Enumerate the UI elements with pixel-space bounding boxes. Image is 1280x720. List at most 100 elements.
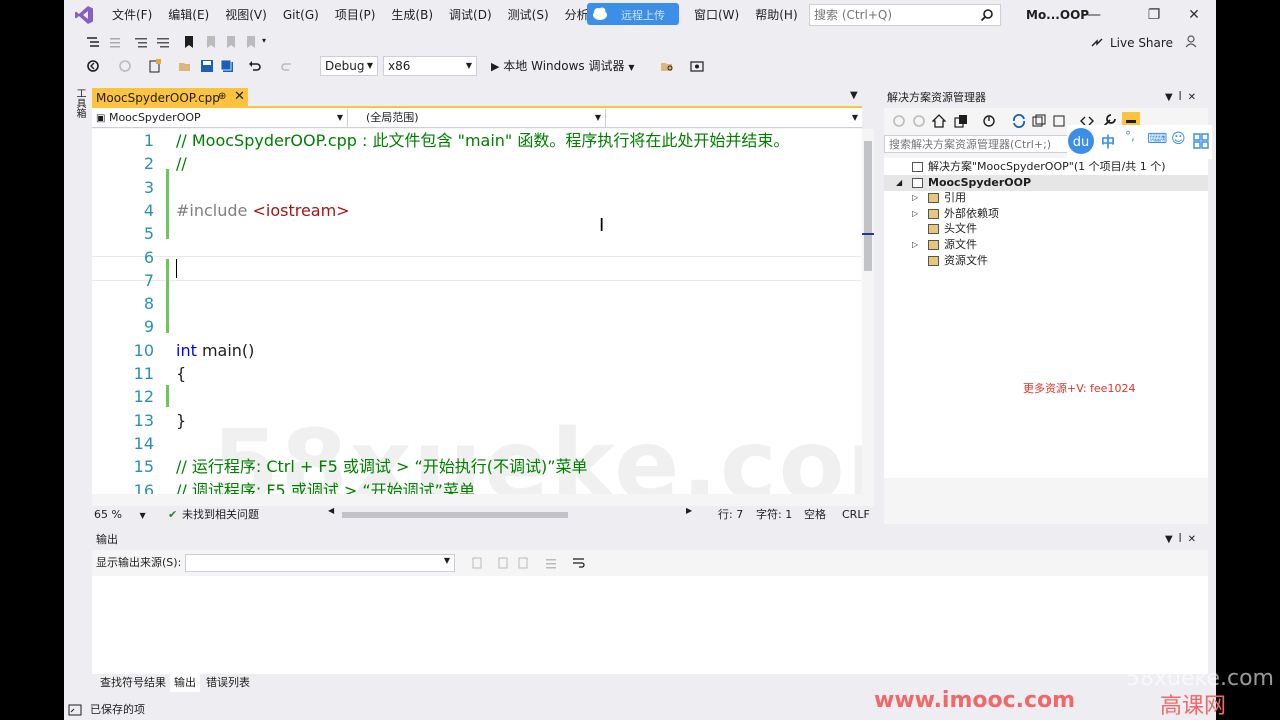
minimize-button[interactable]: —: [1074, 0, 1114, 30]
collapse-all-icon[interactable]: [1032, 114, 1046, 128]
issues-status[interactable]: 未找到相关问题: [182, 506, 259, 524]
scroll-left-icon[interactable]: ◀: [328, 506, 334, 515]
scrollbar-thumb[interactable]: [864, 141, 872, 271]
zoom-dropdown[interactable]: 65 % ▼: [94, 506, 146, 525]
whitespace-indicator[interactable]: 空格: [804, 506, 826, 524]
menu-item[interactable]: 窗口(W): [686, 0, 747, 30]
menu-item[interactable]: 编辑(E): [160, 0, 217, 30]
open-file-icon[interactable]: [178, 59, 192, 73]
tree-item[interactable]: 解决方案"MoocSpyderOOP"(1 个项目/共 1 个): [884, 159, 1208, 175]
comment-out-icon[interactable]: [134, 35, 148, 49]
save-icon[interactable]: [200, 59, 214, 73]
navigate-back-icon[interactable]: [86, 59, 100, 73]
menu-item[interactable]: 视图(V): [217, 0, 275, 30]
menu-item[interactable]: Git(G): [275, 0, 327, 30]
baidu-logo-icon[interactable]: du: [1067, 127, 1095, 155]
toolbox-tab[interactable]: 工具箱: [72, 88, 87, 118]
punctuation-icon[interactable]: °,: [1125, 129, 1135, 143]
outline-icon[interactable]: [86, 35, 100, 49]
start-debugging-button[interactable]: ▶ 本地 Windows 调试器 ▼: [491, 57, 634, 75]
home-icon[interactable]: [932, 114, 946, 128]
tree-item[interactable]: 头文件: [884, 221, 1208, 237]
switch-views-icon[interactable]: [954, 114, 968, 128]
pin-icon[interactable]: ꟾ: [1179, 534, 1188, 545]
save-all-icon[interactable]: [220, 59, 234, 73]
code-text-area[interactable]: 58xueke.com 1// MoocSpyderOOP.cpp : 此文件包…: [92, 129, 862, 494]
new-project-icon[interactable]: [148, 59, 162, 73]
list-members-icon[interactable]: [108, 35, 122, 49]
pin-tab-icon[interactable]: ⊕: [218, 91, 226, 102]
close-window-button[interactable]: ✕: [1174, 0, 1214, 30]
sync-icon[interactable]: [1012, 114, 1026, 128]
find-message-icon[interactable]: [516, 556, 530, 570]
next-bookmark-icon[interactable]: [224, 35, 238, 49]
close-icon[interactable]: ✕: [1188, 92, 1202, 103]
tab-overflow-icon[interactable]: ▼: [850, 90, 858, 101]
live-share-button[interactable]: Live Share: [1110, 36, 1173, 50]
uncomment-icon[interactable]: [156, 35, 170, 49]
bottom-tab[interactable]: 错误列表: [202, 674, 254, 692]
keyboard-icon[interactable]: ⌨: [1147, 131, 1167, 147]
panel-menu-icon[interactable]: ▼: [1165, 92, 1179, 103]
search-field[interactable]: [809, 4, 1001, 26]
user-icon[interactable]: ☺: [1171, 131, 1186, 147]
back-icon[interactable]: [892, 114, 906, 128]
line-ending-indicator[interactable]: CRLF: [842, 506, 870, 524]
screenshot-icon[interactable]: [690, 59, 704, 73]
undo-icon[interactable]: [248, 59, 262, 73]
search-input[interactable]: [810, 5, 970, 25]
tree-expander-icon[interactable]: ◢: [896, 175, 902, 191]
cloud-upload-button[interactable]: 远程上传: [587, 3, 679, 25]
forward-icon[interactable]: [912, 114, 926, 128]
bookmark-icon[interactable]: [182, 35, 196, 49]
clear-all-icon[interactable]: [544, 556, 558, 570]
menu-item[interactable]: 项目(P): [327, 0, 384, 30]
scrollbar-thumb[interactable]: [342, 512, 568, 518]
scope-dropdown[interactable]: (全局范围) ▼: [348, 109, 606, 127]
solution-platform-dropdown[interactable]: x86 ▼: [383, 56, 477, 76]
restore-button[interactable]: ❐: [1134, 0, 1174, 30]
tree-expander-icon[interactable]: ▷: [912, 206, 918, 222]
clear-bookmarks-icon[interactable]: [244, 35, 258, 49]
redo-icon[interactable]: [280, 59, 294, 73]
solution-configuration-dropdown[interactable]: Debug ▼: [320, 56, 378, 76]
tree-item[interactable]: ▷ 源文件: [884, 237, 1208, 253]
toggle-word-wrap-icon[interactable]: [572, 556, 586, 570]
go-to-next-message-icon[interactable]: [496, 556, 510, 570]
tree-item[interactable]: 资源文件: [884, 253, 1208, 269]
live-share-icon[interactable]: [1090, 35, 1104, 49]
menu-item[interactable]: 调试(D): [441, 0, 500, 30]
output-text-area[interactable]: [92, 576, 1208, 674]
chinese-mode-icon[interactable]: 中: [1101, 132, 1115, 152]
project-dropdown[interactable]: ▣ MoocSpyderOOP ▼: [92, 109, 348, 127]
grid-menu-icon[interactable]: [1193, 133, 1209, 149]
tree-item[interactable]: ▷ 引用: [884, 190, 1208, 206]
tree-expander-icon[interactable]: ▷: [912, 190, 918, 206]
previous-bookmark-icon[interactable]: [204, 35, 218, 49]
bottom-tab[interactable]: 输出: [170, 674, 200, 692]
pending-changes-filter-icon[interactable]: [982, 114, 996, 128]
feedback-icon[interactable]: [1184, 34, 1198, 48]
menu-item[interactable]: 文件(F): [104, 0, 160, 30]
show-all-files-icon[interactable]: [1052, 114, 1066, 128]
pin-icon[interactable]: ꟾ: [1179, 92, 1188, 103]
close-tab-icon[interactable]: ✕: [234, 89, 245, 104]
close-icon[interactable]: ✕: [1188, 534, 1202, 545]
find-in-files-icon[interactable]: [660, 59, 674, 73]
tree-item[interactable]: ▷ 外部依赖项: [884, 206, 1208, 222]
tree-expander-icon[interactable]: ▷: [912, 237, 918, 253]
panel-menu-icon[interactable]: ▼: [1165, 534, 1179, 545]
vertical-scrollbar[interactable]: [862, 129, 874, 507]
go-to-previous-message-icon[interactable]: [470, 556, 484, 570]
output-source-dropdown[interactable]: ▼: [185, 554, 455, 572]
navigate-forward-icon[interactable]: [118, 59, 132, 73]
search-icon[interactable]: [980, 8, 994, 22]
horizontal-scrollbar[interactable]: ◀ ▶: [328, 506, 692, 519]
menu-item[interactable]: 测试(S): [500, 0, 557, 30]
menu-item[interactable]: 帮助(H): [747, 0, 805, 30]
scroll-right-icon[interactable]: ▶: [686, 506, 692, 515]
toolbar-overflow-icon[interactable]: ▾: [262, 36, 276, 50]
tree-item[interactable]: ◢ MoocSpyderOOP: [884, 174, 1208, 191]
bottom-tab[interactable]: 查找符号结果: [96, 674, 170, 692]
member-dropdown[interactable]: ▼: [606, 109, 862, 127]
